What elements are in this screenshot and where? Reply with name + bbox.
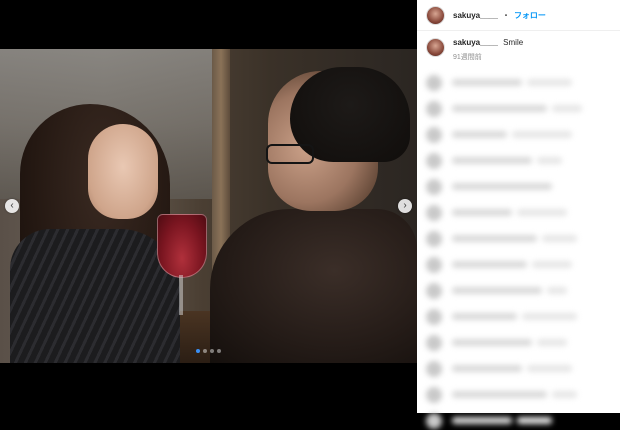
comment-avatar [426,100,442,117]
caption-username-link[interactable]: sakuya____ [453,38,498,47]
comment-text-blurred [452,235,537,242]
header-username-link[interactable]: sakuya____ [453,11,498,20]
comment-row [417,300,620,326]
avatar[interactable] [426,5,445,25]
carousel-next-button[interactable]: › [398,199,412,213]
carousel-dot [210,349,214,353]
comment-row [417,326,620,352]
post-side-panel: sakuya____ ・ フォロー sakuya____ Smile 91週間前 [417,0,620,429]
comment-row [417,66,620,92]
photo-man-body [210,209,417,363]
caption-avatar[interactable] [426,38,445,57]
comment-row [417,274,620,300]
post-header: sakuya____ ・ フォロー [417,0,620,31]
comment-text-blurred [452,313,517,320]
comment-text-blurred [452,105,547,112]
comment-text-blurred [547,287,567,294]
comment-text-blurred [537,157,562,164]
comment-text-blurred [452,209,512,216]
comment-text-blurred [517,417,552,424]
carousel-prev-button[interactable]: ‹ [5,199,19,213]
comment-avatar [426,282,442,299]
comment-avatar [426,230,442,247]
comment-avatar [426,178,442,195]
comment-avatar [426,256,442,273]
carousel-indicator [0,349,417,353]
comment-text-blurred [537,339,567,346]
comment-text-blurred [527,365,572,372]
photo-wine-glass [157,214,207,278]
chevron-right-icon: › [403,200,407,211]
comment-row [417,378,620,404]
comment-text-blurred [542,235,577,242]
comment-text-blurred [512,131,572,138]
comment-text-blurred [452,157,532,164]
comment-avatar [426,204,442,221]
chevron-left-icon: ‹ [10,200,14,211]
comment-row [417,118,620,144]
comment-row [417,196,620,222]
comment-text-blurred [452,391,547,398]
blurred-comments [417,66,620,430]
post-caption: sakuya____ Smile 91週間前 [417,31,620,62]
comment-avatar [426,412,442,429]
comment-row [417,404,620,430]
photo-woman-body [10,229,180,363]
comment-text-blurred [452,417,512,424]
photo-eyeglasses [266,144,314,164]
comment-text-blurred [522,313,577,320]
comment-avatar [426,308,442,325]
post-photo [0,49,417,363]
comment-text-blurred [452,183,552,190]
comment-text-blurred [452,131,507,138]
comment-text-blurred [452,287,542,294]
carousel-dot [196,349,200,353]
comment-row [417,144,620,170]
comment-row [417,352,620,378]
comment-text-blurred [527,79,572,86]
header-separator: ・ [501,10,510,20]
post-timestamp[interactable]: 91週間前 [453,52,523,62]
comment-row [417,170,620,196]
comment-text-blurred [452,339,532,346]
comment-text-blurred [452,261,527,268]
caption-text: Smile [503,38,524,47]
comment-row [417,248,620,274]
comment-text-blurred [552,391,577,398]
carousel-dot [217,349,221,353]
comment-avatar [426,74,442,91]
comment-row [417,222,620,248]
comment-text-blurred [452,365,522,372]
photo-glass-stem [179,275,183,315]
follow-button[interactable]: フォロー [514,10,546,21]
comment-row [417,92,620,118]
carousel-dot [203,349,207,353]
photo-woman-face [88,124,158,219]
comment-text-blurred [517,209,567,216]
media-viewer: ‹ › [0,0,417,413]
comment-avatar [426,126,442,143]
comment-text-blurred [532,261,572,268]
comment-avatar [426,386,442,403]
comment-avatar [426,334,442,351]
comment-text-blurred [452,79,522,86]
comment-avatar [426,152,442,169]
comment-text-blurred [552,105,582,112]
comment-avatar [426,360,442,377]
